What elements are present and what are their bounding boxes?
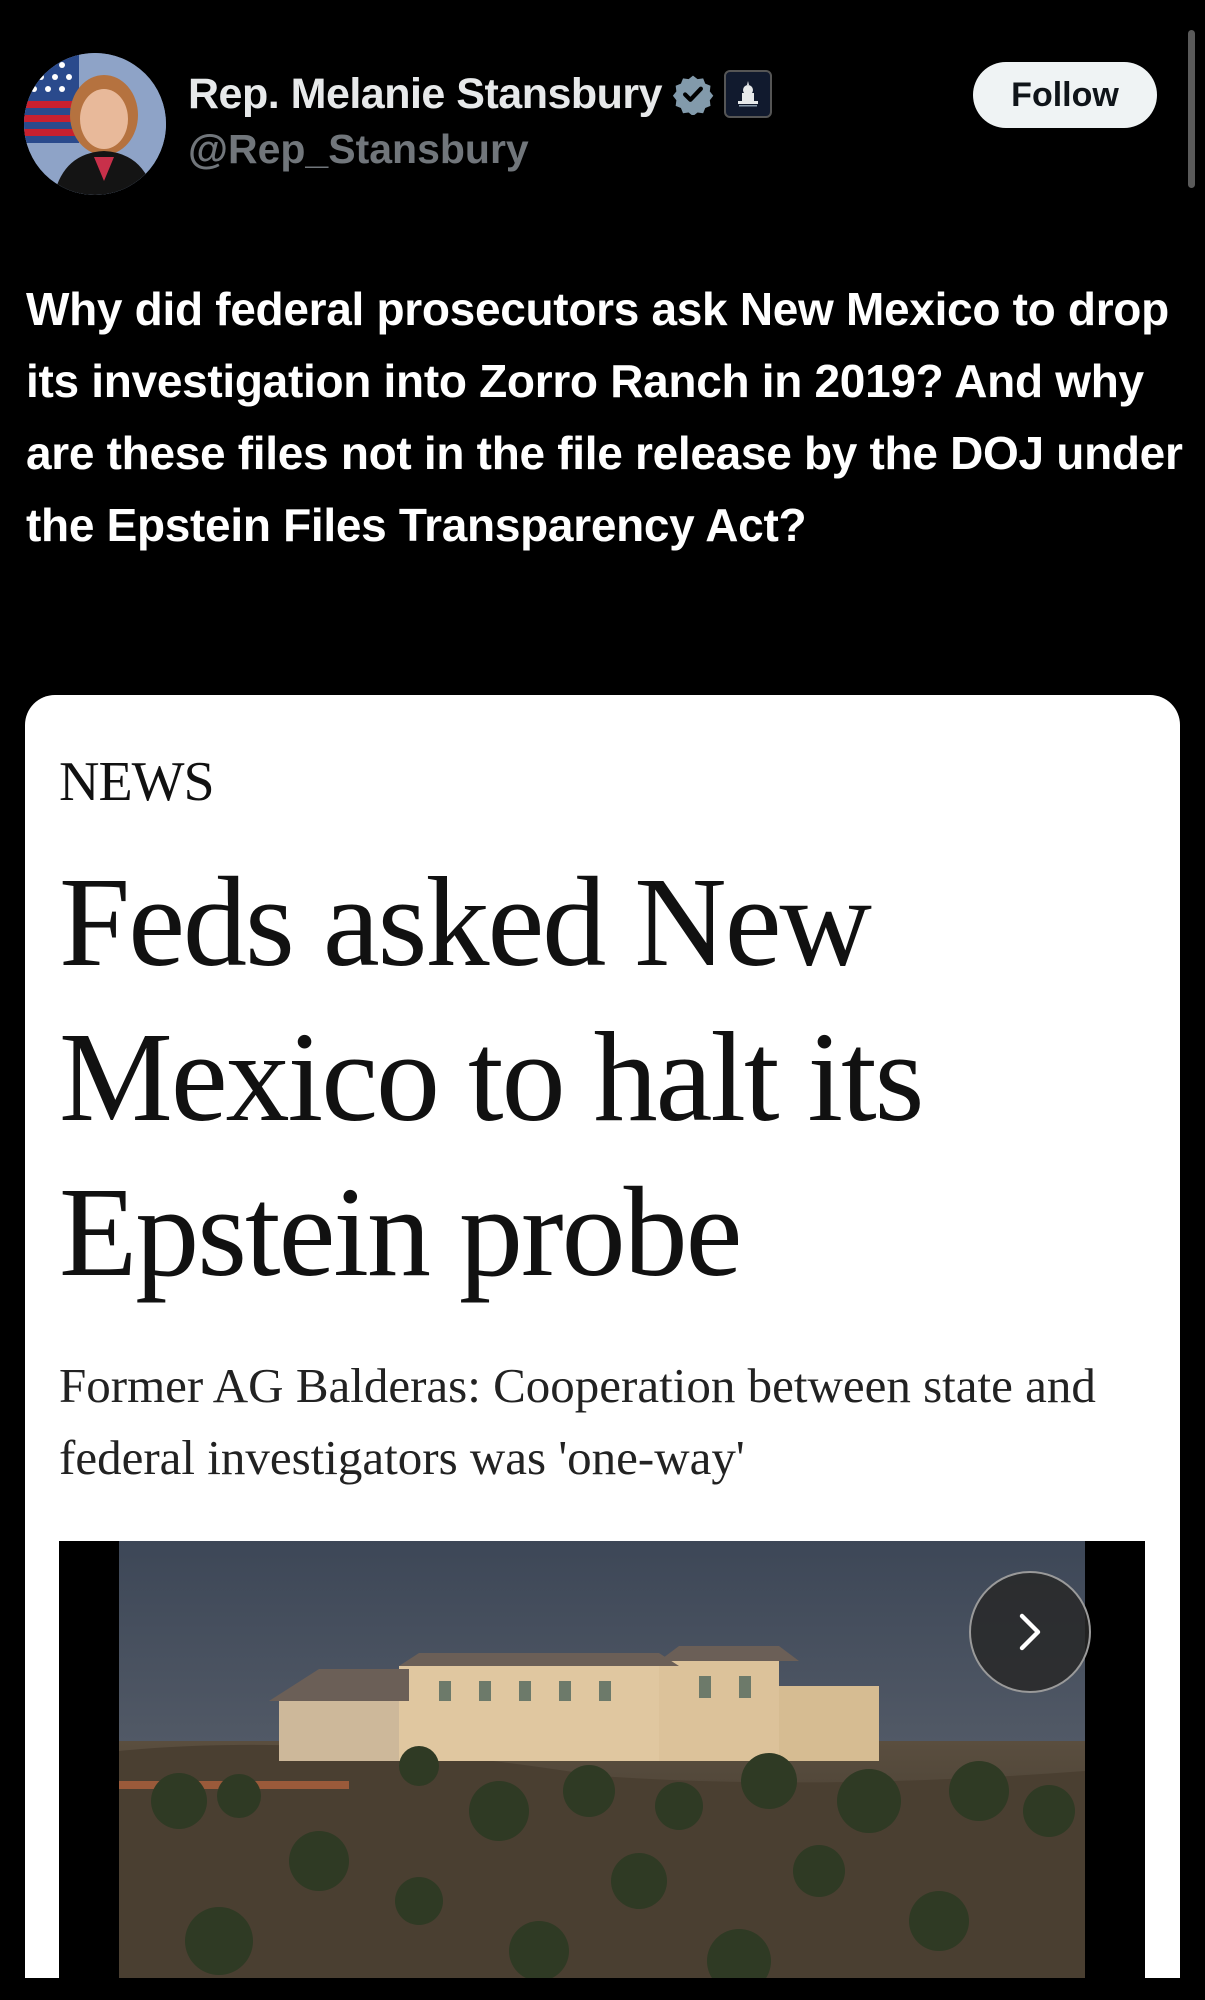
article-subhead: Former AG Balderas: Cooperation between …	[59, 1358, 1096, 1485]
article-photo[interactable]	[119, 1541, 1085, 2000]
author-name-row: Rep. Melanie Stansbury	[188, 66, 773, 122]
chevron-right-icon	[1019, 1613, 1041, 1651]
next-image-button[interactable]	[969, 1571, 1091, 1693]
post-text: Why did federal prosecutors ask New Mexi…	[26, 283, 1183, 551]
article-card[interactable]: NEWS Feds asked New Mexico to halt its E…	[25, 695, 1180, 2000]
follow-button[interactable]: Follow	[973, 62, 1157, 128]
handle[interactable]: @Rep_Stansbury	[188, 126, 529, 173]
verified-badge-icon[interactable]	[672, 73, 714, 115]
avatar-image	[24, 53, 166, 195]
article-headline: Feds asked New Mexico to halt its Epstei…	[59, 851, 924, 1303]
capitol-building-icon[interactable]	[724, 70, 773, 118]
bottom-edge	[0, 1978, 1205, 2000]
avatar[interactable]	[24, 53, 166, 195]
display-name[interactable]: Rep. Melanie Stansbury	[188, 70, 663, 119]
article-section-label: NEWS	[59, 751, 215, 813]
scrollbar[interactable]	[1188, 30, 1195, 188]
